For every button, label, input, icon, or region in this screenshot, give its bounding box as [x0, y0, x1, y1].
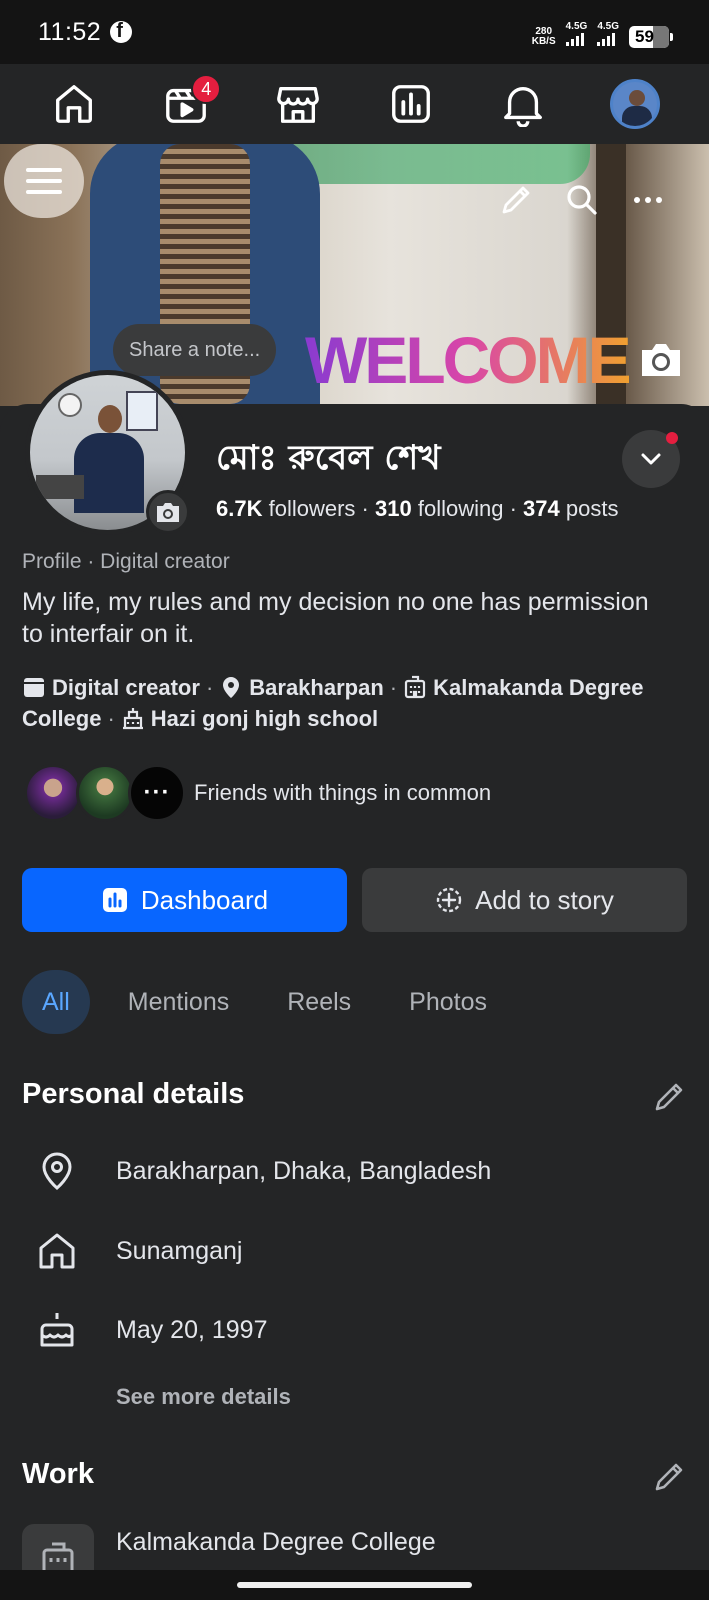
signal-bars-icon [565, 32, 584, 46]
intro-category[interactable]: Digital creator [22, 675, 200, 700]
clock: 11:52 [38, 17, 102, 46]
more-friends-icon[interactable]: ··· [128, 764, 186, 822]
more-options-button[interactable] [626, 178, 670, 222]
network-speed: 280 KB/S [531, 25, 556, 47]
battery-icon: 59 [629, 25, 673, 48]
friend-avatar[interactable] [24, 764, 82, 822]
signal-2: 4.5G [597, 22, 619, 51]
nav-dashboard[interactable] [376, 64, 446, 144]
followers-stat[interactable]: 6.7K followers [216, 496, 355, 521]
see-more-details-link[interactable]: See more details [116, 1384, 291, 1410]
signal-bars-icon [597, 32, 616, 46]
friend-avatar[interactable] [76, 764, 134, 822]
chart-icon [102, 888, 127, 912]
bell-icon [503, 87, 542, 127]
share-note-bubble[interactable]: Share a note... [113, 324, 277, 376]
location-pin-icon [42, 1152, 72, 1190]
nav-profile[interactable] [600, 64, 670, 144]
change-cover-button[interactable] [638, 340, 684, 380]
avatar [609, 79, 660, 129]
clapperboard-icon [24, 678, 44, 697]
intro-location[interactable]: Barakharpan [219, 675, 384, 700]
nav-marketplace[interactable] [263, 64, 333, 144]
camera-icon [642, 344, 680, 376]
location-pin-icon [223, 677, 240, 698]
intro-school[interactable]: Hazi gonj high school [121, 706, 378, 731]
intro-details: Digital creator · Barakharpan · Kalmakanda D… [22, 675, 644, 731]
pencil-icon [502, 186, 530, 214]
tab-reels[interactable]: Reels [267, 970, 371, 1034]
profile-stats: 6.7K followers · 310 following · 374 pos… [216, 496, 619, 521]
nav-video[interactable]: 4 [151, 64, 222, 144]
edit-cover-button[interactable] [494, 178, 538, 222]
building-icon [405, 675, 426, 699]
home-icon [39, 1233, 75, 1269]
video-badge: 4 [191, 74, 222, 104]
mutual-friends[interactable]: ··· Friends with things in common [24, 764, 491, 822]
profile-dropdown-button[interactable] [622, 430, 680, 488]
school-icon [122, 708, 143, 730]
notification-dot [666, 432, 678, 444]
profile-bio: My life, my rules and my decision no one… [22, 588, 649, 648]
nav-notifications[interactable] [488, 64, 558, 144]
cover-decoration: WELCOME [305, 323, 632, 397]
home-icon [56, 85, 93, 123]
personal-details-title: Personal details [22, 1078, 245, 1110]
nav-home[interactable] [39, 64, 109, 144]
profile-subtitle: Profile · Digital creator [22, 550, 230, 573]
edit-work-button[interactable] [652, 1460, 686, 1494]
store-icon [277, 86, 320, 123]
dashboard-button[interactable]: Dashboard [22, 868, 347, 932]
status-icons: 280 KB/S 4.5G 4.5G 59 [531, 22, 673, 51]
search-icon [567, 185, 597, 215]
detail-hometown: Sunamganj [36, 1226, 242, 1276]
tab-mentions[interactable]: Mentions [108, 970, 249, 1034]
detail-birthday: May 20, 1997 [36, 1305, 268, 1355]
work-title: Work [22, 1458, 94, 1490]
facebook-notification-icon [110, 20, 133, 43]
friends-text: Friends with things in common [194, 780, 492, 805]
search-button[interactable] [560, 178, 604, 222]
profile-name: মোঃ রুবেল শেখ [216, 438, 441, 478]
cake-icon [40, 1313, 74, 1347]
add-story-icon [436, 887, 462, 913]
profile-tabs: All Mentions Reels Photos [22, 970, 507, 1034]
menu-button[interactable] [4, 144, 84, 218]
add-to-story-button[interactable]: Add to story [362, 868, 687, 932]
signal-1: 4.5G [565, 22, 587, 51]
change-profile-picture-button[interactable] [146, 490, 190, 534]
camera-icon [157, 503, 179, 522]
more-icon [634, 197, 662, 203]
status-bar: 11:52 280 KB/S 4.5G 4.5G 59 [0, 0, 709, 64]
edit-personal-details-button[interactable] [652, 1080, 686, 1114]
top-navigation: 4 [0, 64, 709, 144]
detail-location: Barakharpan, Dhaka, Bangladesh [36, 1146, 491, 1196]
work-place[interactable]: Kalmakanda Degree College [116, 1528, 436, 1557]
tab-photos[interactable]: Photos [389, 970, 507, 1034]
tab-all[interactable]: All [22, 970, 90, 1034]
chevron-down-icon [641, 453, 661, 465]
home-indicator[interactable] [237, 1582, 472, 1588]
following-stat[interactable]: 310 following [375, 496, 503, 521]
chart-icon [391, 85, 430, 123]
posts-stat[interactable]: 374 posts [523, 496, 618, 521]
